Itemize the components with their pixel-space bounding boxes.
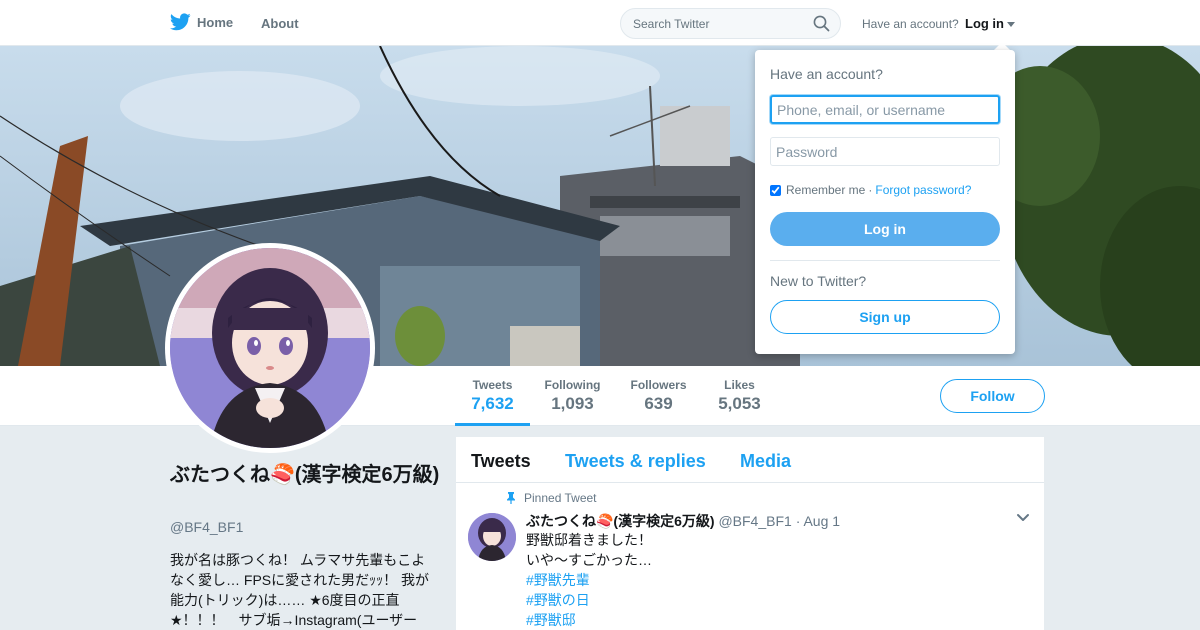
hashtag-link[interactable]: #野獣の日 (526, 590, 652, 610)
stat-followers[interactable]: Followers 639 (630, 378, 687, 414)
pinned-tweet-text: Pinned Tweet (524, 491, 597, 505)
twitter-bird-icon (170, 13, 191, 31)
divider (770, 260, 1000, 261)
tab-media[interactable]: Media (740, 451, 791, 472)
login-link-label: Log in (965, 16, 1004, 31)
search-icon[interactable] (813, 15, 830, 32)
username-input[interactable] (770, 95, 1000, 124)
nav-about[interactable]: About (261, 16, 299, 31)
tweet-line: 野獣邸着きました！ (526, 532, 652, 548)
remember-me-row: Remember me · Forgot password? (770, 183, 971, 197)
login-dropdown: Have an account? Remember me · Forgot pa… (755, 50, 1015, 354)
profile-handle[interactable]: @BF4_BF1 (170, 519, 243, 535)
avatar-image (170, 248, 370, 448)
new-to-twitter-text: New to Twitter? (770, 273, 867, 289)
hashtag-link[interactable]: #野獣邸 (526, 610, 652, 630)
login-dropdown-title: Have an account? (770, 66, 883, 82)
follow-button[interactable]: Follow (940, 379, 1045, 413)
stat-following-label: Following (544, 378, 601, 392)
active-stat-indicator (455, 423, 530, 426)
signup-button[interactable]: Sign up (770, 300, 1000, 334)
stat-following-value: 1,093 (551, 394, 594, 413)
tweet-author-handle[interactable]: @BF4_BF1 (718, 513, 791, 529)
search-box (620, 8, 841, 39)
tweet-header: ぶたつくね🍣(漢字検定6万級) @BF4_BF1 · Aug 1 (526, 511, 840, 531)
tab-tweets-and-replies[interactable]: Tweets & replies (565, 451, 706, 472)
stat-likes[interactable]: Likes 5,053 (716, 378, 763, 414)
hashtag-link[interactable]: #野獣先輩 (526, 570, 652, 590)
remember-me-checkbox[interactable] (770, 184, 781, 196)
pin-icon (507, 492, 515, 504)
login-dropdown-toggle[interactable]: Log in (965, 16, 1015, 31)
caret-down-icon (1007, 22, 1015, 28)
search-input[interactable] (621, 9, 801, 38)
profile-name[interactable]: ぶたつくね🍣(漢字検定6万級) (170, 462, 440, 489)
tweet-date[interactable]: · Aug 1 (796, 513, 840, 529)
profile-avatar[interactable] (165, 243, 375, 453)
pinned-tweet-label: Pinned Tweet (506, 491, 597, 505)
stat-followers-value: 639 (644, 394, 673, 413)
stat-tweets-value: 7,632 (471, 394, 514, 413)
stat-likes-value: 5,053 (718, 394, 761, 413)
top-nav: Home About Have an account? Log in (0, 0, 1200, 46)
tweet-author-name[interactable]: ぶたつくね🍣(漢字検定6万級) (526, 513, 715, 529)
password-input[interactable] (770, 137, 1000, 166)
timeline: Tweets Tweets & replies Media Pinned Twe… (456, 437, 1044, 630)
tweet-text: 野獣邸着きました！ いや〜すごかった… #野獣先輩 #野獣の日 #野獣邸 (526, 530, 652, 630)
nav-home-label: Home (197, 14, 234, 30)
chevron-down-icon[interactable] (1016, 513, 1030, 523)
forgot-password-link[interactable]: Forgot password? (875, 183, 971, 197)
stat-tweets-label: Tweets (472, 378, 513, 392)
nav-home[interactable]: Home (170, 13, 233, 31)
timeline-tabs: Tweets Tweets & replies Media (456, 437, 1044, 483)
login-button[interactable]: Log in (770, 212, 1000, 246)
stat-following[interactable]: Following 1,093 (544, 378, 601, 414)
remember-me-label[interactable]: Remember me (786, 183, 865, 197)
stat-likes-label: Likes (724, 378, 755, 392)
tweet-avatar[interactable] (468, 513, 516, 561)
have-account-text: Have an account? (862, 17, 959, 31)
stat-followers-label: Followers (630, 378, 687, 392)
tweet-line: いや〜すごかった… (526, 552, 652, 568)
tab-tweets[interactable]: Tweets (471, 451, 531, 472)
stat-tweets[interactable]: Tweets 7,632 (470, 378, 515, 414)
separator-dot: · (868, 183, 873, 197)
profile-bio: 我が名は豚つくね！ ムラマサ先輩もこよなく愛し… FPSに愛された男だｯｯ！ 我… (170, 552, 430, 628)
